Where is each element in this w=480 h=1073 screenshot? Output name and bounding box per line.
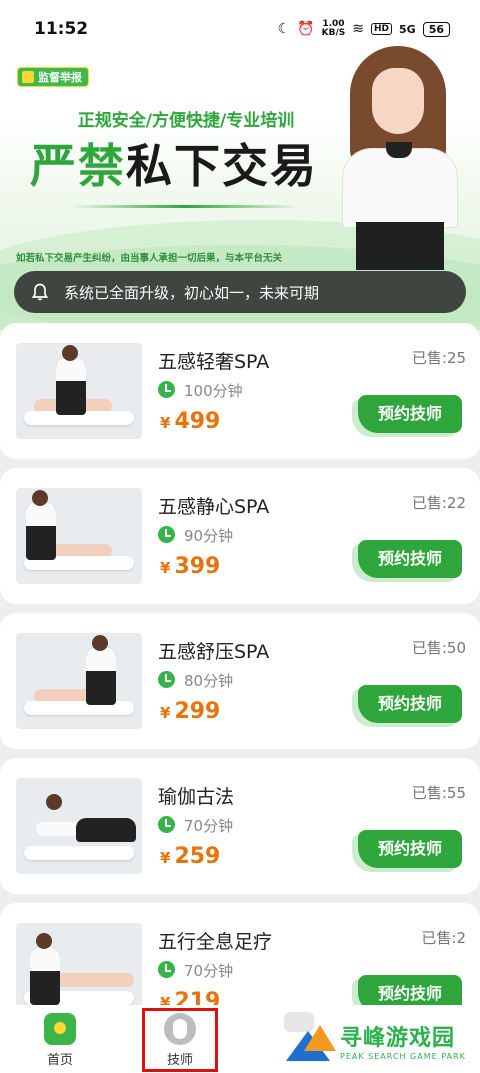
battery-icon: 56 [422, 21, 450, 37]
highlight-box [142, 1008, 218, 1072]
service-price: ¥299 [160, 699, 220, 724]
sold-count: 已售:22 [411, 494, 466, 512]
sold-count: 已售:2 [421, 929, 466, 947]
book-technician-button[interactable]: 预约技师 [358, 540, 462, 578]
service-name: 五感静心SPA [158, 496, 270, 518]
service-thumbnail [16, 343, 142, 439]
banner-title: 严禁私下交易 [30, 130, 318, 196]
bell-icon [31, 283, 49, 301]
supervise-report-badge[interactable]: 监督举报 [17, 67, 89, 87]
service-card[interactable]: 五感静心SPA 已售:22 90分钟 ¥399 预约技师 [0, 468, 480, 604]
notice-bar[interactable]: 系统已全面升级，初心如一，未来可期 [14, 271, 466, 313]
banner-title-green: 严禁 [30, 139, 126, 193]
moon-icon: ☾ [277, 21, 291, 37]
report-icon [22, 71, 34, 83]
service-duration: 90分钟 [184, 527, 234, 545]
nav-home[interactable]: 首页 [30, 1013, 90, 1068]
currency-symbol: ¥ [160, 414, 171, 432]
nav-home-label: 首页 [46, 1053, 73, 1068]
price-value: 299 [174, 699, 221, 724]
status-time: 11:52 [34, 19, 89, 39]
book-technician-button[interactable]: 预约技师 [358, 830, 462, 868]
banner-slogan: 正规安全/方便快捷/专业培训 [77, 111, 295, 131]
service-duration: 70分钟 [184, 817, 234, 835]
watermark-subtext: PEAK SEARCH GAME PARK [340, 1052, 466, 1061]
clock-icon [158, 526, 175, 543]
clock-icon [158, 816, 175, 833]
sold-count: 已售:55 [411, 784, 466, 802]
currency-symbol: ¥ [160, 559, 171, 577]
clock-icon [158, 671, 175, 688]
price-value: 399 [174, 554, 221, 579]
signal-icon: 5G [399, 22, 416, 36]
price-value: 499 [174, 409, 221, 434]
service-name: 五感轻奢SPA [158, 351, 270, 373]
watermark: 寻峰游戏园 PEAK SEARCH GAME PARK [286, 1020, 466, 1061]
banner-title-black: 私下交易 [126, 139, 318, 193]
service-duration: 70分钟 [184, 962, 234, 980]
service-thumbnail [16, 488, 142, 584]
wifi-icon: ≋ [352, 21, 364, 37]
service-name: 五行全息足疗 [158, 931, 273, 953]
currency-symbol: ¥ [160, 849, 171, 867]
clock-icon [158, 381, 175, 398]
model-illustration [336, 38, 464, 270]
price-value: 259 [174, 844, 221, 869]
clock-icon [158, 961, 175, 978]
service-price: ¥399 [160, 554, 220, 579]
network-speed: 1.00 KB/S [322, 20, 346, 38]
status-bar: 11:52 ☾ ⏰ 1.00 KB/S ≋ HD 5G 56 [0, 0, 480, 58]
service-name: 五感舒压SPA [158, 641, 270, 663]
book-technician-button[interactable]: 预约技师 [358, 395, 462, 433]
service-card[interactable]: 瑜伽古法 已售:55 70分钟 ¥259 预约技师 [0, 758, 480, 894]
watermark-text: 寻峰游戏园 [340, 1026, 456, 1051]
sold-count: 已售:50 [411, 639, 466, 657]
service-price: ¥499 [160, 409, 220, 434]
service-thumbnail [16, 633, 142, 729]
book-technician-button[interactable]: 预约技师 [358, 685, 462, 723]
service-card[interactable]: 五感舒压SPA 已售:50 80分钟 ¥299 预约技师 [0, 613, 480, 749]
service-duration: 80分钟 [184, 672, 234, 690]
banner-divider [70, 205, 300, 208]
watermark-logo-icon [286, 1021, 336, 1061]
sold-count: 已售:25 [411, 349, 466, 367]
network-speed-unit: KB/S [321, 28, 346, 38]
alarm-icon: ⏰ [297, 21, 315, 37]
home-icon [44, 1013, 76, 1045]
service-thumbnail [16, 778, 142, 874]
service-card[interactable]: 五感轻奢SPA 已售:25 100分钟 ¥499 预约技师 [0, 323, 480, 459]
hd-icon: HD [370, 23, 392, 35]
notice-text: 系统已全面升级，初心如一，未来可期 [64, 283, 320, 302]
badge-label: 监督举报 [38, 71, 82, 84]
status-icons: ☾ ⏰ 1.00 KB/S ≋ HD 5G 56 [278, 20, 450, 38]
banner-disclaimer: 如若私下交易产生纠纷，由当事人承担一切后果，与本平台无关 [16, 253, 283, 264]
currency-symbol: ¥ [160, 704, 171, 722]
service-duration: 100分钟 [184, 382, 243, 400]
service-name: 瑜伽古法 [158, 786, 235, 808]
service-price: ¥259 [160, 844, 220, 869]
